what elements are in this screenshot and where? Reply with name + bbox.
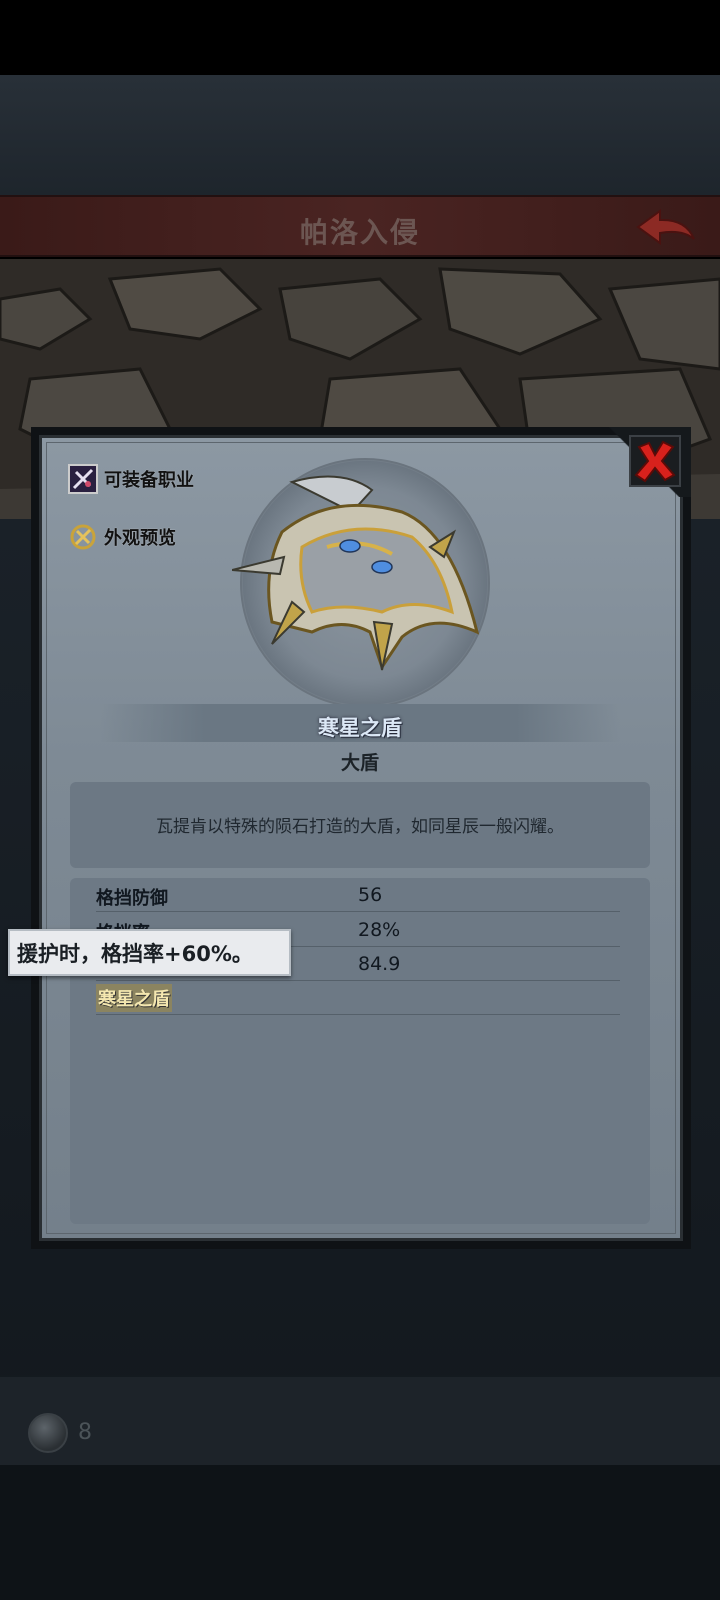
- stat-value: 56: [358, 884, 383, 906]
- description-box: 瓦提肯以特殊的陨石打造的大盾，如同星辰一般闪耀。: [70, 782, 650, 868]
- equippable-class-label: 可装备职业: [104, 470, 194, 491]
- currency-icon: [28, 1413, 68, 1453]
- bottom-background: [0, 1465, 720, 1600]
- stat-value: 28%: [358, 919, 401, 941]
- item-description: 瓦提肯以特殊的陨石打造的大盾，如同星辰一般闪耀。: [156, 817, 564, 837]
- appearance-preview-label: 外观预览: [104, 528, 176, 549]
- top-background: [0, 75, 720, 195]
- equippable-class-button[interactable]: 可装备职业: [68, 461, 194, 497]
- shield-icon: [232, 475, 480, 671]
- page-title: 帕洛入侵: [299, 216, 420, 249]
- bottom-bar: [0, 1375, 720, 1465]
- stat-row: 格挡防御 56: [96, 878, 620, 912]
- currency-count: 8: [78, 1420, 92, 1445]
- stat-name: 格挡防御: [96, 888, 168, 909]
- appearance-icon: [68, 522, 98, 552]
- appearance-preview-button[interactable]: 外观预览: [68, 519, 176, 555]
- class-icon: [68, 464, 98, 494]
- title-bar: 帕洛入侵: [0, 195, 720, 257]
- back-arrow-icon[interactable]: [634, 207, 698, 249]
- status-bar-area: [0, 0, 720, 75]
- close-icon: [634, 440, 676, 483]
- stat-value: 84.9: [358, 953, 401, 975]
- close-button[interactable]: [629, 435, 681, 487]
- set-effect-tooltip: 援护时，格挡率+60%。: [8, 929, 291, 976]
- set-name-link[interactable]: 寒星之盾: [96, 984, 172, 1012]
- item-name: 寒星之盾: [318, 716, 402, 740]
- tooltip-text: 援护时，格挡率+60%。: [17, 941, 253, 966]
- item-type: 大盾: [340, 752, 379, 774]
- set-row: [96, 981, 620, 1015]
